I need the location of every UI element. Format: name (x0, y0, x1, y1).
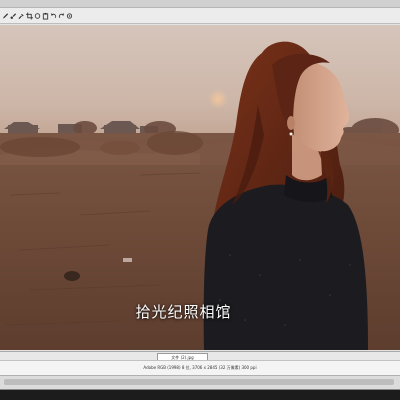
photo-caption: 拾光纪照相馆 (135, 303, 232, 321)
status-bar: Adobe RGB (1998) 8 位, 3706 x 2845 (32 万像… (0, 360, 400, 375)
image-canvas[interactable]: 拾光纪照相馆 (0, 25, 400, 350)
settings-icon[interactable] (66, 12, 73, 20)
scrollbar-thumb[interactable] (4, 379, 394, 385)
dropper-icon[interactable] (18, 12, 25, 20)
brush-icon[interactable] (10, 12, 17, 20)
horizontal-scrollbar[interactable] (0, 375, 400, 389)
redo-icon[interactable] (58, 12, 65, 20)
crop-icon[interactable] (26, 12, 33, 20)
paste-icon[interactable] (42, 12, 49, 20)
toolbar (0, 8, 400, 24)
circle-icon[interactable] (34, 12, 41, 20)
undo-icon[interactable] (50, 12, 57, 20)
image-editor-window: 拾光纪照相馆 文件 (2).jpg Adobe RGB (1998) 8 位, … (0, 0, 400, 390)
title-strip (0, 0, 400, 8)
pencil-icon[interactable] (2, 12, 9, 20)
document-tab[interactable]: 文件 (2).jpg (157, 353, 208, 360)
